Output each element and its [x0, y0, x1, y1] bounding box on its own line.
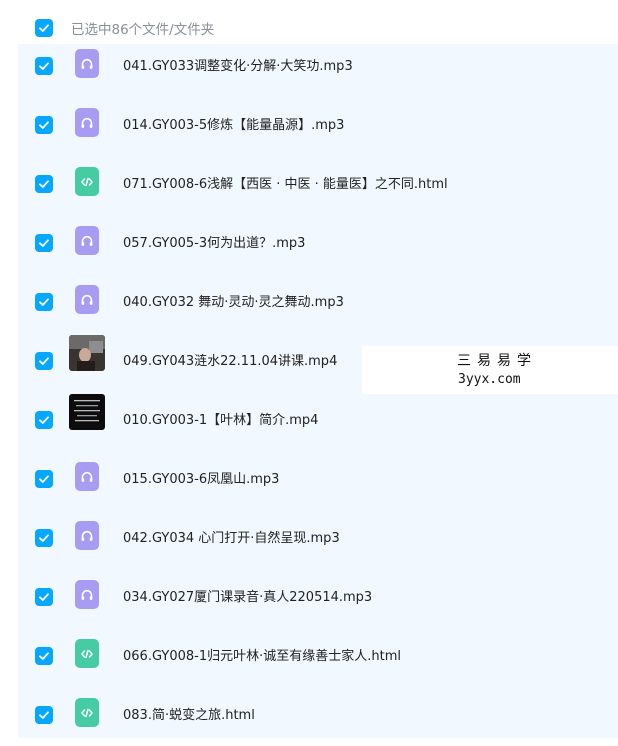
file-checkbox[interactable] [35, 411, 53, 429]
file-name[interactable]: 010.GY003-1【叶林】简介.mp4 [123, 409, 318, 428]
headphones-icon [75, 580, 99, 609]
code-icon [75, 639, 99, 668]
watermark-url: 3yyx.com [458, 372, 521, 387]
check-icon [39, 475, 49, 483]
headphones-icon [75, 285, 99, 314]
file-checkbox[interactable] [35, 647, 53, 665]
file-checkbox[interactable] [35, 234, 53, 252]
check-icon [39, 652, 49, 660]
file-row[interactable]: 034.GY027厦门课录音·真人220514.mp3 [18, 569, 618, 628]
file-row[interactable]: 015.GY003-6凤凰山.mp3 [18, 451, 618, 510]
check-icon [39, 298, 49, 306]
file-row[interactable]: 041.GY033调整变化·分解·大笑功.mp3 [18, 38, 618, 97]
file-name[interactable]: 014.GY003-5修炼【能量晶源】.mp3 [123, 114, 344, 133]
file-checkbox[interactable] [35, 470, 53, 488]
file-name[interactable]: 071.GY008-6浅解【西医 · 中医 · 能量医】之不同.html [123, 173, 448, 192]
check-icon [39, 711, 49, 719]
file-row[interactable]: 066.GY008-1归元叶林·诚至有缘善士家人.html [18, 628, 618, 687]
code-icon [75, 167, 99, 196]
watermark-title: 三易易学 [457, 353, 537, 369]
file-name[interactable]: 057.GY005-3何为出道？.mp3 [123, 232, 305, 251]
check-icon [39, 357, 49, 365]
file-checkbox[interactable] [35, 57, 53, 75]
file-row[interactable]: 042.GY034 心门打开·自然呈现.mp3 [18, 510, 618, 569]
file-checkbox[interactable] [35, 116, 53, 134]
headphones-icon [75, 462, 99, 491]
file-name[interactable]: 083.简·蜕变之旅.html [123, 704, 255, 723]
file-name[interactable]: 015.GY003-6凤凰山.mp3 [123, 468, 279, 487]
file-checkbox[interactable] [35, 529, 53, 547]
headphones-icon [75, 108, 99, 137]
file-checkbox[interactable] [35, 175, 53, 193]
file-checkbox[interactable] [35, 352, 53, 370]
file-name[interactable]: 042.GY034 心门打开·自然呈现.mp3 [123, 527, 340, 546]
file-name[interactable]: 041.GY033调整变化·分解·大笑功.mp3 [123, 55, 353, 74]
file-row[interactable]: 071.GY008-6浅解【西医 · 中医 · 能量医】之不同.html [18, 156, 618, 215]
check-icon [39, 593, 49, 601]
check-icon [39, 121, 49, 129]
file-row[interactable]: 010.GY003-1【叶林】简介.mp4 [18, 392, 618, 451]
file-row[interactable]: 083.简·蜕变之旅.html [18, 687, 618, 746]
file-row[interactable]: 040.GY032 舞动·灵动·灵之舞动.mp3 [18, 274, 618, 333]
selection-count-label: 已选中86个文件/文件夹 [71, 22, 215, 38]
code-icon [75, 698, 99, 727]
file-row[interactable]: 014.GY003-5修炼【能量晶源】.mp3 [18, 97, 618, 156]
file-name[interactable]: 034.GY027厦门课录音·真人220514.mp3 [123, 586, 372, 605]
select-all-checkbox[interactable] [35, 19, 53, 37]
check-icon [39, 534, 49, 542]
file-name[interactable]: 049.GY043涟水22.11.04讲课.mp4 [123, 350, 337, 369]
watermark: 三易易学 3yyx.com [362, 346, 618, 394]
check-icon [39, 62, 49, 70]
headphones-icon [75, 226, 99, 255]
file-checkbox[interactable] [35, 706, 53, 724]
check-icon [39, 24, 49, 32]
check-icon [39, 239, 49, 247]
video-thumbnail [69, 394, 105, 430]
video-thumbnail [69, 335, 105, 371]
headphones-icon [75, 521, 99, 550]
file-checkbox[interactable] [35, 293, 53, 311]
check-icon [39, 180, 49, 188]
file-checkbox[interactable] [35, 588, 53, 606]
headphones-icon [75, 49, 99, 78]
file-name[interactable]: 040.GY032 舞动·灵动·灵之舞动.mp3 [123, 291, 344, 310]
file-name[interactable]: 066.GY008-1归元叶林·诚至有缘善士家人.html [123, 645, 401, 664]
file-row[interactable]: 057.GY005-3何为出道？.mp3 [18, 215, 618, 274]
check-icon [39, 416, 49, 424]
